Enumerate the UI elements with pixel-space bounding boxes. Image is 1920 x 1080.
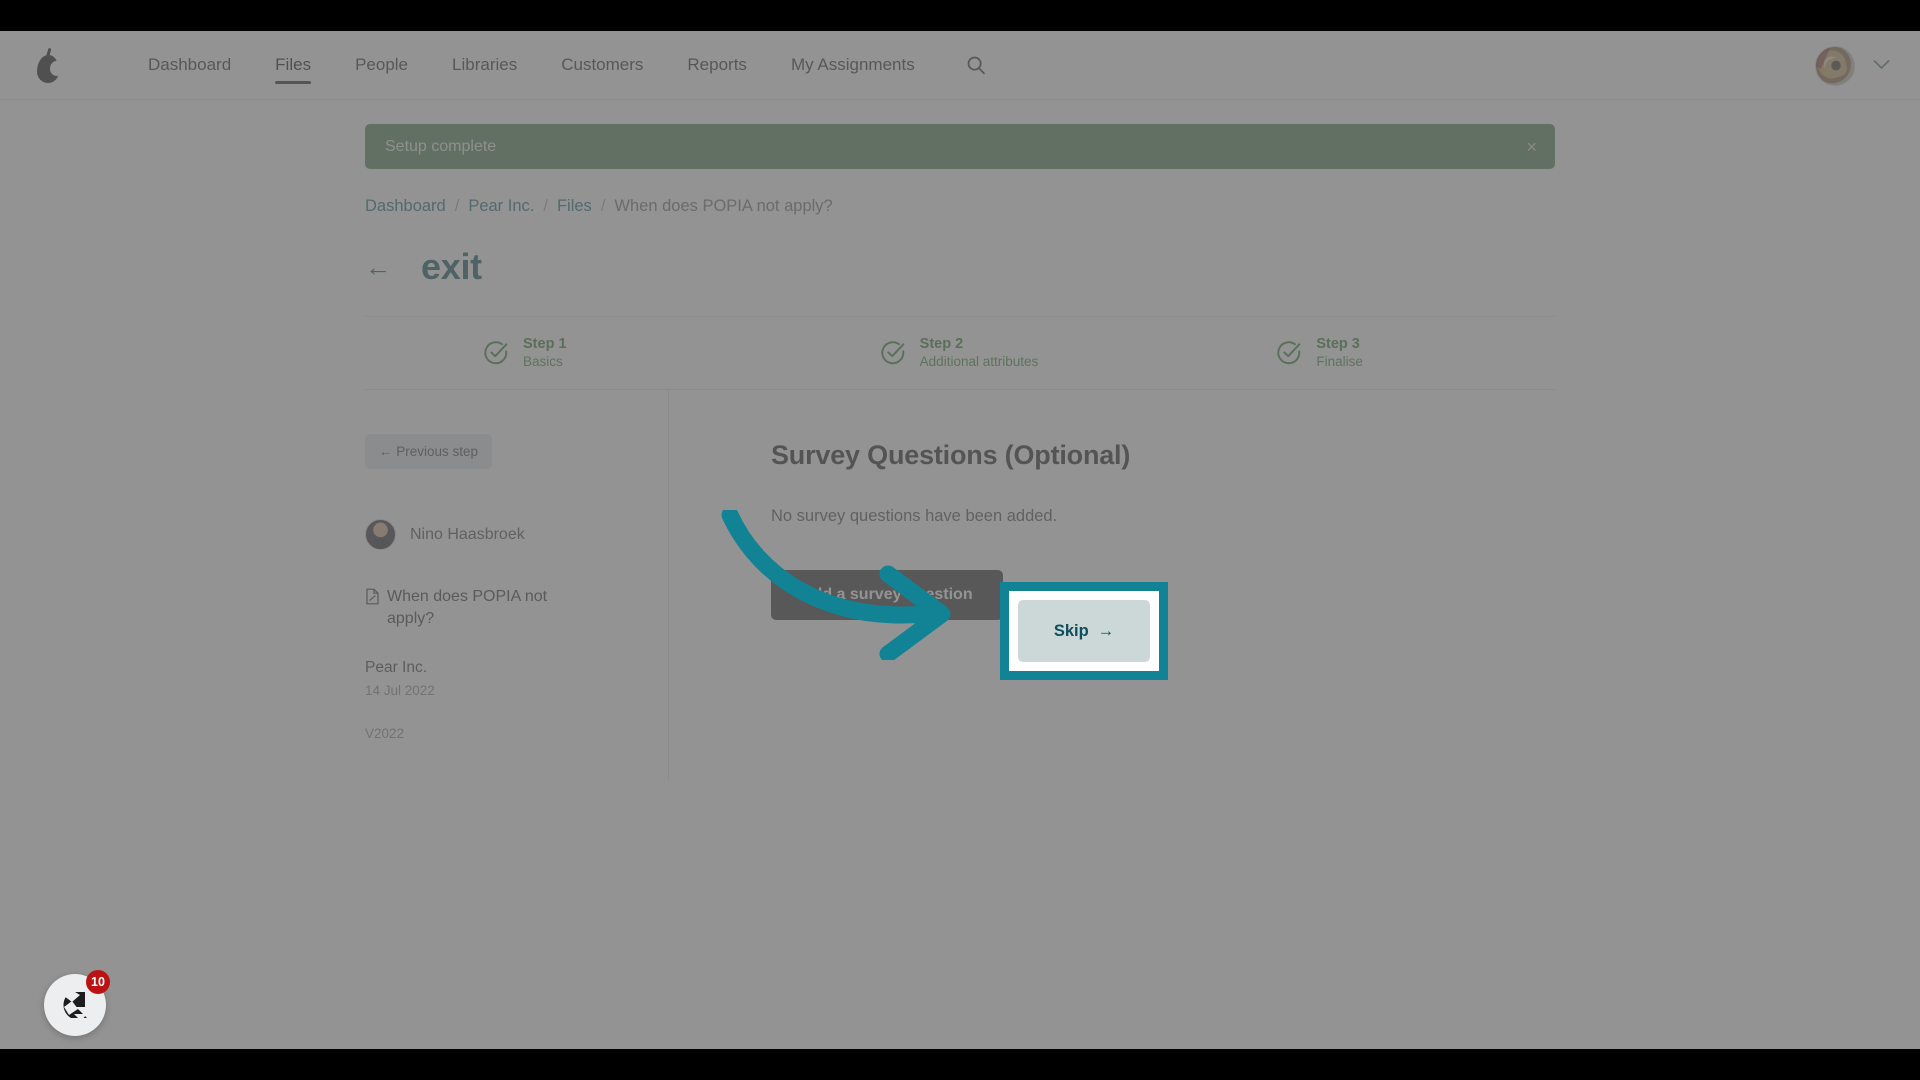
back-arrow-icon[interactable]: ← [365, 254, 391, 280]
browser-viewport: Dashboard Files People Libraries Custome… [0, 31, 1920, 1049]
page-header: ← exit [365, 246, 1555, 288]
nav-user-area [1815, 31, 1890, 100]
notification-badge: 10 [86, 970, 110, 994]
screen: Dashboard Files People Libraries Custome… [0, 0, 1920, 1080]
pear-logo-icon [35, 46, 63, 84]
step-3: Step 3 Finalise [1158, 335, 1555, 371]
document-title-row: When does POPIA not apply? [365, 586, 575, 629]
close-icon[interactable]: × [1526, 138, 1537, 156]
nav-item-my-assignments[interactable]: My Assignments [769, 31, 937, 100]
file-document-icon [365, 588, 380, 629]
breadcrumb-separator: / [600, 197, 606, 215]
organisation-name: Pear Inc. [365, 659, 428, 677]
search-icon[interactable] [959, 48, 993, 82]
nav-item-dashboard[interactable]: Dashboard [126, 31, 253, 100]
document-title: When does POPIA not apply? [387, 588, 548, 627]
chat-widget[interactable]: 10 [44, 970, 110, 1036]
step-indicator: Step 1 Basics Step 2 Additional attribut… [365, 316, 1555, 390]
nav-item-reports[interactable]: Reports [665, 31, 769, 100]
step-2-sub: Additional attributes [919, 354, 1039, 370]
breadcrumb-separator: / [543, 197, 548, 215]
step-1-name: Step 1 [523, 336, 567, 353]
step-1-sub: Basics [523, 354, 563, 370]
step-3-name: Step 3 [1316, 336, 1360, 353]
top-navigation-bar: Dashboard Files People Libraries Custome… [0, 31, 1920, 100]
step-3-sub: Finalise [1316, 354, 1363, 370]
arrow-right-icon: → [1097, 621, 1115, 640]
breadcrumb: Dashboard / Pear Inc. / Files / When doe… [365, 197, 1555, 216]
skip-button[interactable]: Skip → [1018, 600, 1150, 662]
page-body: Setup complete × Dashboard / Pear Inc. /… [0, 124, 1920, 782]
avatar[interactable] [1815, 45, 1855, 86]
breadcrumb-separator: / [454, 197, 460, 215]
document-date: 14 Jul 2022 [365, 683, 435, 699]
nav-item-people[interactable]: People [333, 31, 430, 100]
page-title: exit [421, 246, 482, 287]
document-version: V2022 [365, 726, 405, 742]
skip-button-label: Skip [1053, 621, 1089, 640]
sidebar-panel: ← Previous step Nino Haasbroek When does… [365, 390, 669, 782]
nav-links: Dashboard Files People Libraries Custome… [126, 31, 993, 100]
check-circle-icon [483, 340, 509, 366]
survey-section-title: Survey Questions (Optional) [771, 440, 1131, 470]
nav-item-libraries[interactable]: Libraries [430, 31, 539, 100]
check-circle-icon [880, 340, 906, 366]
highlight-inner: Skip → [1009, 591, 1159, 671]
skip-button-highlight: Skip → [1000, 582, 1168, 680]
app-logo[interactable] [0, 46, 96, 84]
content-container: Setup complete × Dashboard / Pear Inc. /… [365, 124, 1555, 782]
check-circle-icon [1276, 340, 1302, 366]
owner-row: Nino Haasbroek [365, 519, 668, 550]
breadcrumb-item-pear-inc[interactable]: Pear Inc. [468, 197, 534, 216]
survey-empty-message: No survey questions have been added. [771, 507, 1058, 525]
add-survey-question-button[interactable]: Add a survey question [771, 570, 1003, 620]
breadcrumb-current: When does POPIA not apply? [614, 197, 833, 215]
step-1: Step 1 Basics [365, 335, 762, 371]
previous-step-button[interactable]: ← Previous step [365, 434, 493, 469]
flash-message: Setup complete × [365, 124, 1555, 169]
nav-item-files[interactable]: Files [253, 31, 333, 100]
flash-text: Setup complete [385, 137, 497, 155]
avatar [365, 519, 396, 550]
nav-item-customers[interactable]: Customers [539, 31, 665, 100]
step-2: Step 2 Additional attributes [762, 335, 1159, 371]
wizard-columns: ← Previous step Nino Haasbroek When does… [365, 390, 1555, 782]
owner-name: Nino Haasbroek [410, 525, 525, 543]
breadcrumb-item-dashboard[interactable]: Dashboard [365, 197, 446, 216]
chevron-down-icon[interactable] [1873, 57, 1890, 74]
breadcrumb-item-files[interactable]: Files [557, 197, 592, 216]
step-2-name: Step 2 [919, 336, 964, 353]
